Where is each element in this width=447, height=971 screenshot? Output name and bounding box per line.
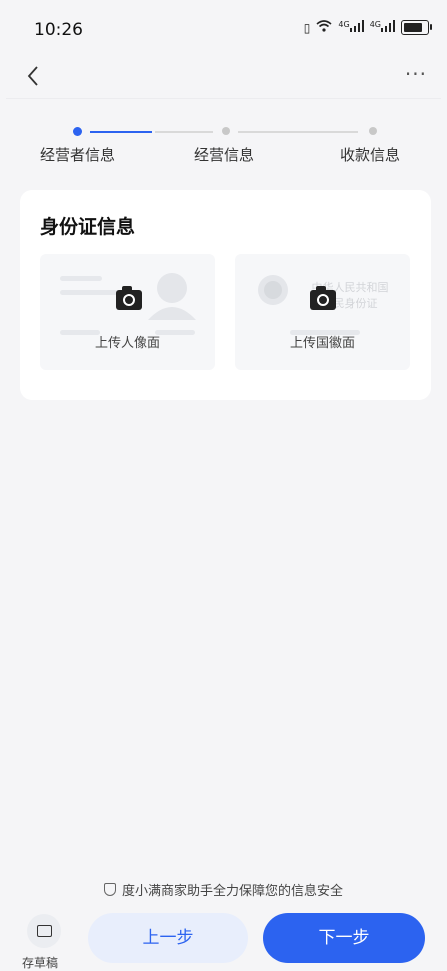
progress-stepper: 经营者信息 经营信息 收款信息 [0,110,447,170]
national-emblem-icon [258,275,360,335]
signal-4g-icon: 4G [370,20,395,35]
vibrate-icon: ▯ [303,20,311,35]
more-button[interactable]: ··· [405,62,427,86]
draft-icon-wrap [27,914,61,948]
next-step-button[interactable]: 下一步 [263,913,425,963]
step-dot-active [73,127,82,136]
save-draft-button[interactable]: 存草稿 [22,912,70,970]
wifi-icon [316,20,332,35]
previous-step-button[interactable]: 上一步 [88,913,248,963]
network-label: 4G [338,20,350,29]
step-line-active [90,131,152,133]
status-bar: 10:26 ▯ 4G 4G [0,0,447,62]
section-title: 身份证信息 [40,216,136,238]
network-label: 4G [369,20,381,29]
upload-portrait-label: 上传人像面 [94,336,160,351]
camera-icon [310,286,336,310]
step-dot [369,127,377,135]
battery-icon [401,20,432,35]
inbox-icon [37,925,52,937]
security-notice: 度小满商家助手全力保障您的信息安全 [0,880,447,899]
shield-icon [103,883,116,896]
upload-portrait-side[interactable]: 上传人像面 [40,254,215,370]
nav-bar: ··· [0,62,447,98]
step-label-operator-info: 经营者信息 [40,146,116,164]
upload-emblem-side[interactable]: 中华人民共和国 居民身份证 上传国徽面 [235,254,410,370]
step-line [238,131,358,133]
nav-divider [6,98,441,99]
back-button[interactable] [26,64,40,94]
step-label-business-info: 经营信息 [194,146,255,164]
security-notice-text: 度小满商家助手全力保障您的信息安全 [121,884,343,899]
status-icons: ▯ 4G 4G [303,20,432,35]
upload-emblem-label: 上传国徽面 [289,336,355,351]
signal-4g-icon: 4G [338,20,364,35]
status-time: 10:26 [34,20,83,40]
camera-icon [116,286,142,310]
step-dot [222,127,230,135]
step-label-payment-info: 收款信息 [340,146,401,164]
id-card-section: 身份证信息 上传人像面 中华人民共和国 居民身份证 上传国徽面 [20,190,431,400]
chevron-left-icon [27,66,38,86]
step-line [155,131,213,133]
save-draft-label: 存草稿 [22,956,59,970]
id-front-placeholder-icon [60,273,196,335]
